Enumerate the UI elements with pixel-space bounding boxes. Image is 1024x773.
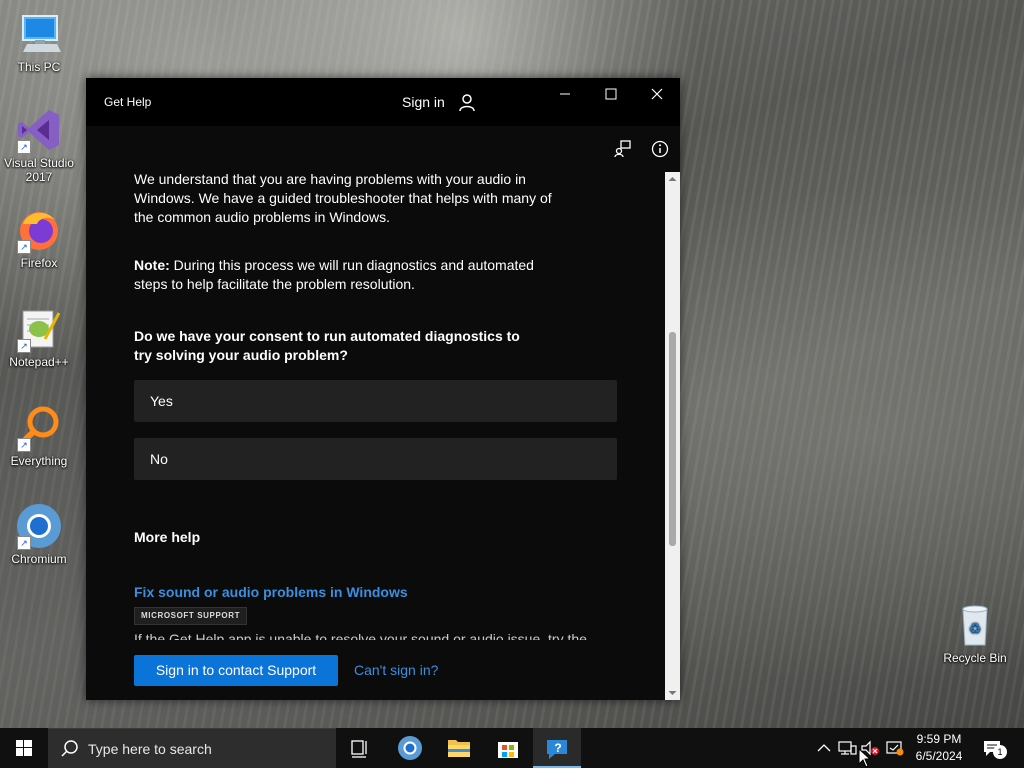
clock-time[interactable]: 9:59 PM <box>900 731 978 747</box>
truncated-description: If the Get Help app is unable to resolve… <box>134 630 604 640</box>
sign-in-contact-support-button[interactable]: Sign in to contact Support <box>134 655 338 686</box>
yes-option-button[interactable]: Yes <box>134 380 617 422</box>
fix-sound-link[interactable]: Fix sound or audio problems in Windows <box>134 583 408 602</box>
no-option-button[interactable]: No <box>134 438 617 480</box>
mouse-cursor-icon <box>858 747 872 768</box>
chromium-icon: ↗ <box>15 502 63 550</box>
clock-date[interactable]: 6/5/2024 <box>900 748 978 764</box>
desktop-icon-chromium[interactable]: ↗ Chromium <box>1 502 77 566</box>
folder-icon <box>448 740 470 757</box>
search-icon <box>60 739 80 759</box>
desktop-icon-label: Recycle Bin <box>943 651 1007 665</box>
maximize-icon <box>605 88 617 100</box>
person-icon[interactable] <box>456 92 478 114</box>
taskbar-microsoft-store[interactable] <box>484 728 532 768</box>
desktop-icon-label: Visual Studio 2017 <box>4 156 74 184</box>
magnifier-icon: ↗ <box>15 404 63 452</box>
sign-in-link[interactable]: Sign in <box>402 94 445 110</box>
notification-count-badge: 1 <box>993 745 1007 759</box>
info-icon[interactable] <box>651 140 669 158</box>
scroll-down-arrow-icon[interactable] <box>665 686 680 700</box>
notepad-plus-plus-icon: ↗ <box>15 305 63 353</box>
close-icon <box>651 88 663 100</box>
scroll-up-arrow-icon[interactable] <box>665 172 680 186</box>
cant-sign-in-link[interactable]: Can't sign in? <box>354 662 438 678</box>
desktop-icon-notepad-plus-plus[interactable]: ↗ Notepad++ <box>1 305 77 369</box>
recycle-bin-icon: ♻ <box>951 601 999 649</box>
vertical-scrollbar[interactable] <box>665 172 680 700</box>
close-button[interactable] <box>634 82 680 112</box>
desktop-icon-everything[interactable]: ↗ Everything <box>1 404 77 468</box>
store-icon <box>498 742 518 758</box>
get-help-window: Get Help Sign in We understand that you … <box>86 78 680 700</box>
chromium-icon <box>398 736 422 760</box>
note-paragraph: Note: During this process we will run di… <box>134 256 554 294</box>
note-text: During this process we will run diagnost… <box>134 257 534 292</box>
shortcut-arrow-icon: ↗ <box>17 438 31 452</box>
footer-bar: Sign in to contact Support Can't sign in… <box>86 642 666 700</box>
more-help-heading: More help <box>134 529 201 545</box>
visual-studio-icon: ↗ <box>15 106 63 154</box>
scrollbar-thumb[interactable] <box>669 332 676 546</box>
firefox-icon: ↗ <box>15 206 63 254</box>
desktop-icon-firefox[interactable]: ↗ Firefox <box>1 206 77 270</box>
desktop-icon-label: This PC <box>17 60 61 74</box>
shortcut-arrow-icon: ↗ <box>17 240 31 254</box>
consent-question: Do we have your consent to run automated… <box>134 328 520 363</box>
desktop-icon-label: Everything <box>10 454 68 468</box>
shortcut-arrow-icon: ↗ <box>17 339 31 353</box>
desktop-icon-recycle-bin[interactable]: ♻ Recycle Bin <box>937 601 1013 665</box>
desktop-icon-label: Chromium <box>11 552 67 566</box>
get-help-icon: ? <box>547 740 567 759</box>
svg-text:♻: ♻ <box>969 620 982 636</box>
network-icon[interactable] <box>837 738 857 758</box>
taskbar-chromium[interactable] <box>386 728 434 768</box>
taskbar-search-box[interactable]: Type here to search <box>48 728 336 768</box>
app-title: Get Help <box>104 95 152 109</box>
task-view-button[interactable] <box>336 728 384 768</box>
title-bar[interactable]: Get Help Sign in <box>86 78 680 126</box>
computer-icon <box>15 10 63 58</box>
shortcut-arrow-icon: ↗ <box>17 140 31 154</box>
shortcut-arrow-icon: ↗ <box>17 536 31 550</box>
svg-text:?: ? <box>554 741 561 755</box>
desktop-icon-this-pc[interactable]: This PC <box>1 10 77 74</box>
desktop-icon-label: Firefox <box>20 256 58 270</box>
desktop-icon-label: Notepad++ <box>9 355 69 369</box>
task-view-icon <box>351 740 367 758</box>
start-button[interactable] <box>0 728 48 768</box>
truncated-description-text: If the Get Help app is unable to resolve… <box>134 631 587 640</box>
minimize-button[interactable] <box>542 82 588 112</box>
show-hidden-icons-chevron-icon[interactable] <box>814 738 834 758</box>
maximize-button[interactable] <box>588 82 634 112</box>
minimize-icon <box>560 93 570 95</box>
note-label: Note: <box>134 257 170 273</box>
microsoft-support-badge: MICROSOFT SUPPORT <box>134 607 248 625</box>
search-placeholder: Type here to search <box>88 741 212 757</box>
windows-logo-icon <box>16 740 32 756</box>
share-icon[interactable] <box>614 140 632 158</box>
taskbar-file-explorer[interactable] <box>435 728 483 768</box>
intro-paragraph: We understand that you are having proble… <box>134 171 552 225</box>
taskbar-get-help[interactable]: ? <box>533 728 581 768</box>
desktop-icon-visual-studio[interactable]: ↗ Visual Studio 2017 <box>1 106 77 184</box>
